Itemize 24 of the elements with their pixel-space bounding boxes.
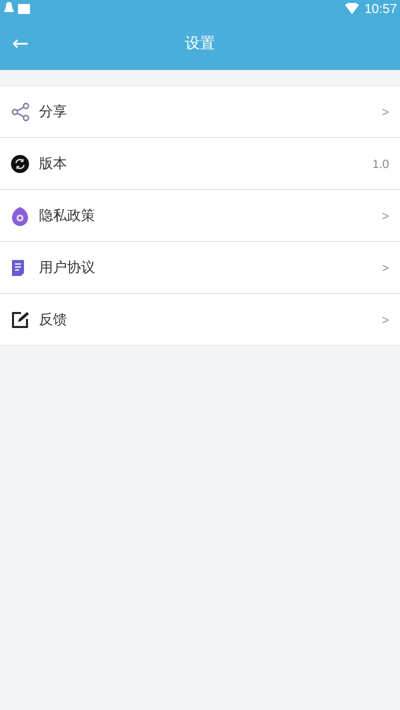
chevron-icon: > <box>382 104 389 118</box>
edit-icon <box>11 310 29 328</box>
notification-icon <box>4 2 14 14</box>
chevron-icon: > <box>382 260 389 274</box>
refresh-icon <box>11 154 29 172</box>
clock: 10:57 <box>364 0 397 16</box>
item-label: 分享 <box>39 102 68 120</box>
item-label: 隐私政策 <box>39 206 96 224</box>
settings-item[interactable]: 反馈 > <box>0 294 400 346</box>
version-number: 1.0 <box>372 156 389 170</box>
item-label: 反馈 <box>39 310 68 328</box>
share-icon <box>11 102 31 122</box>
item-label: 用户协议 <box>39 258 96 276</box>
settings-item[interactable]: 分享 > <box>0 86 400 138</box>
page-title: 设置 <box>185 34 215 52</box>
settings-item[interactable]: 版本 1.0 <box>0 138 400 190</box>
chevron-icon: > <box>382 208 389 222</box>
wifi-icon <box>345 2 360 14</box>
settings-item[interactable]: 隐私政策 > <box>0 190 400 242</box>
item-label: 版本 <box>39 154 68 172</box>
settings-item[interactable]: 用户协议 > <box>0 242 400 294</box>
chevron-icon: > <box>382 312 389 326</box>
document-icon <box>11 258 25 276</box>
bag-icon <box>18 2 30 14</box>
